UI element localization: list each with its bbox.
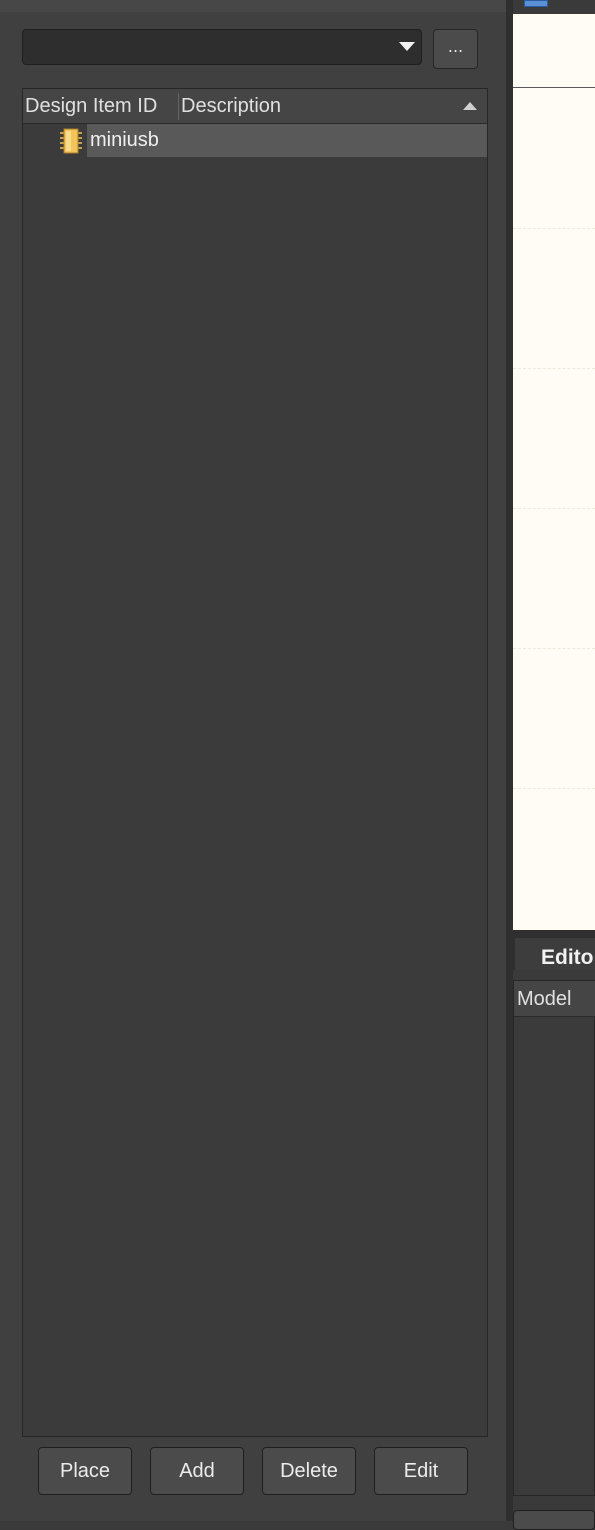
column-header-design-item-id[interactable]: Design Item ID xyxy=(25,89,157,123)
column-header-description[interactable]: Description xyxy=(181,89,281,123)
schematic-document-area[interactable] xyxy=(513,0,595,930)
list-header: Design Item ID Description xyxy=(23,89,487,124)
edit-button[interactable]: Edit xyxy=(374,1447,468,1495)
sch-library-panel: ... Design Item ID Description miniusb P… xyxy=(0,0,506,1521)
panel-title-strip xyxy=(0,0,506,12)
column-header-model[interactable]: Model xyxy=(514,981,595,1017)
grid-line xyxy=(513,648,595,649)
grid-line xyxy=(513,788,595,789)
editor-tab-bar: Edito xyxy=(513,930,595,970)
tab-editor[interactable]: Edito xyxy=(515,938,595,970)
component-list[interactable]: Design Item ID Description miniusb xyxy=(22,88,488,1437)
model-grid[interactable]: Model xyxy=(513,980,595,1496)
document-tab-icon[interactable] xyxy=(524,0,548,7)
add-button[interactable]: Add xyxy=(150,1447,244,1495)
component-name: miniusb xyxy=(90,129,159,151)
editor-panel: Edito Model xyxy=(513,930,595,1530)
place-button[interactable]: Place xyxy=(38,1447,132,1495)
browse-button[interactable]: ... xyxy=(433,29,478,69)
panel-splitter[interactable] xyxy=(506,0,513,1521)
delete-button[interactable]: Delete xyxy=(262,1447,356,1495)
component-chip-icon xyxy=(60,128,82,154)
list-item[interactable]: miniusb xyxy=(23,124,487,157)
document-tab-strip xyxy=(513,0,595,14)
editor-button[interactable] xyxy=(513,1510,595,1530)
column-divider[interactable] xyxy=(178,93,179,120)
chevron-down-icon[interactable] xyxy=(399,42,415,51)
document-border-line xyxy=(513,87,595,88)
library-dropdown[interactable] xyxy=(22,29,422,65)
grid-line xyxy=(513,508,595,509)
grid-line xyxy=(513,228,595,229)
sort-ascending-icon[interactable] xyxy=(463,102,477,110)
grid-line xyxy=(513,368,595,369)
